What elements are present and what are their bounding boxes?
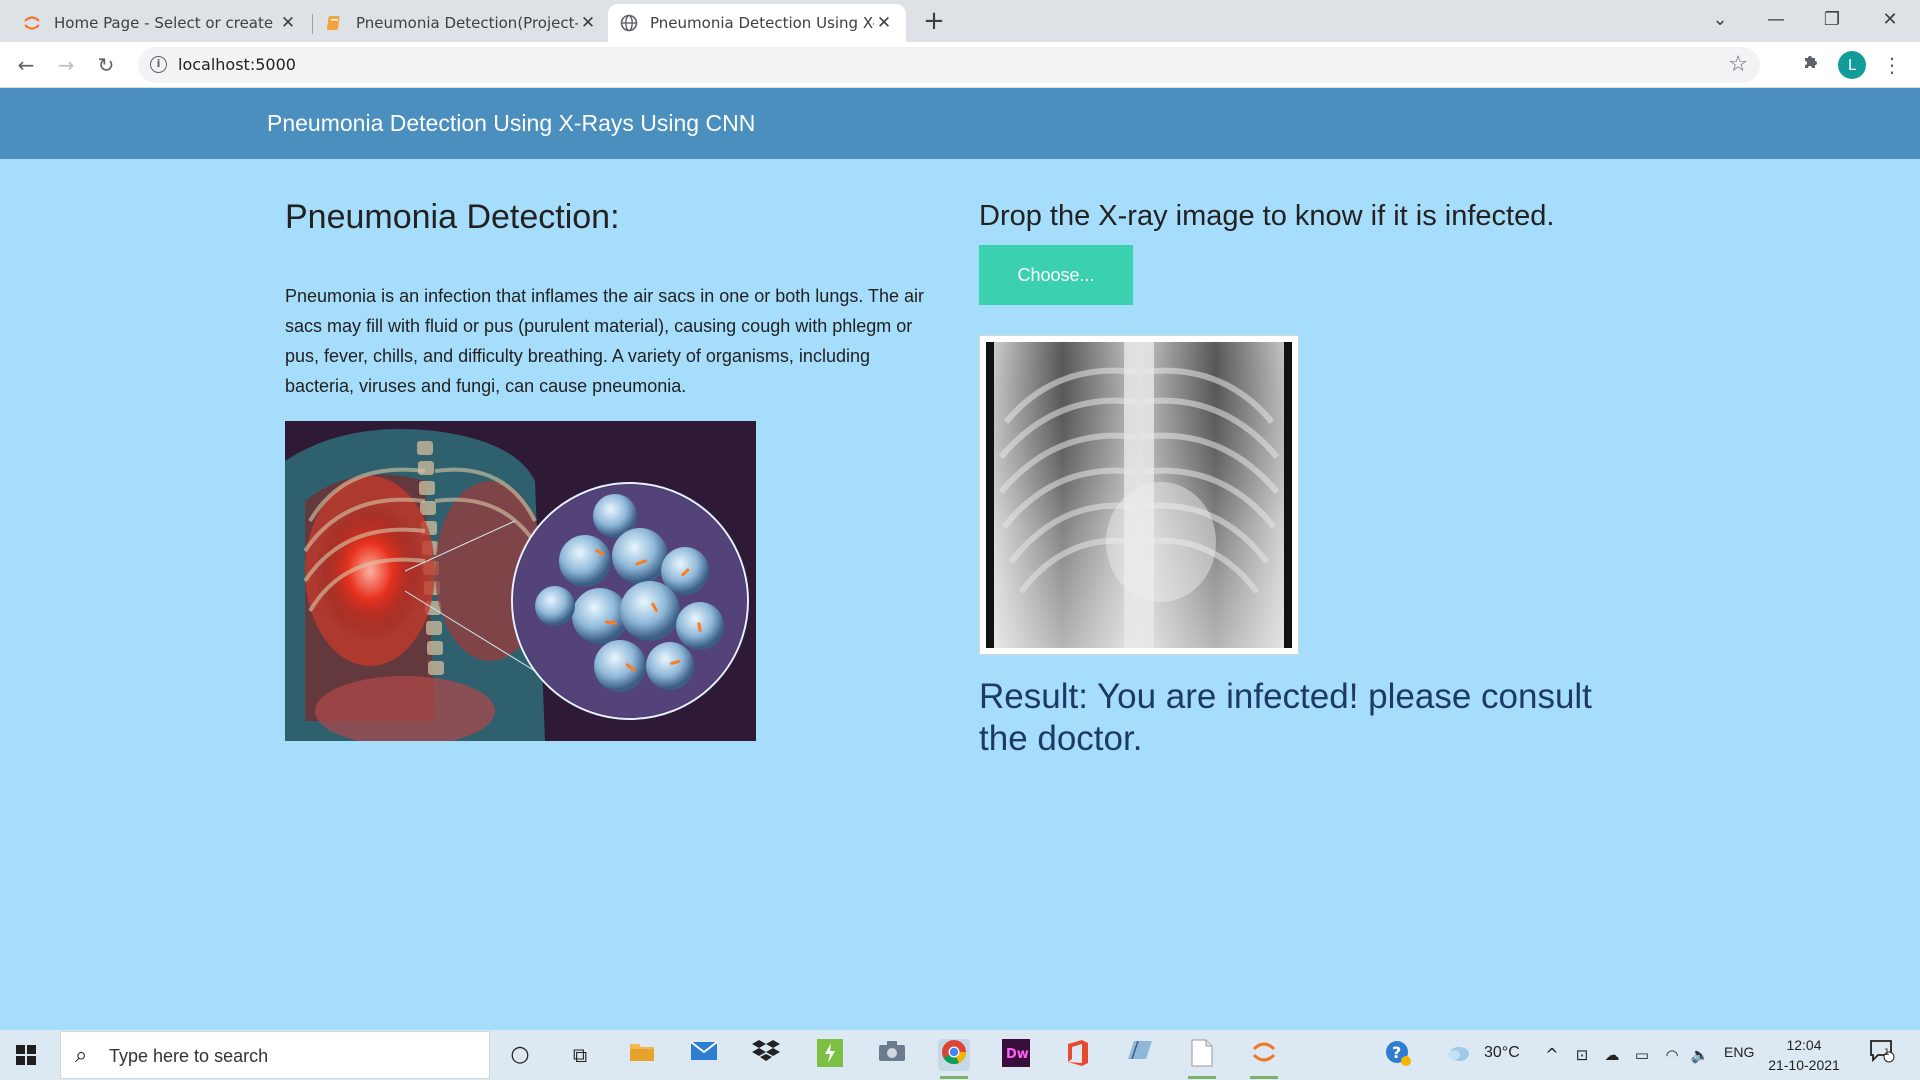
green-app-icon[interactable] xyxy=(814,1039,846,1071)
extensions-puzzle-icon[interactable] xyxy=(1797,51,1825,79)
site-info-icon[interactable]: i xyxy=(150,56,167,73)
tab-title: Pneumonia Detection Using X-Ra xyxy=(650,14,874,32)
new-tab-button[interactable]: + xyxy=(918,6,950,38)
close-tab-icon[interactable]: ✕ xyxy=(578,13,598,33)
globe-icon xyxy=(620,14,638,32)
meet-now-icon[interactable]: ⊡ xyxy=(1566,1039,1598,1071)
task-view-icon[interactable]: ⧉ xyxy=(564,1039,596,1071)
profile-avatar[interactable]: L xyxy=(1838,51,1866,79)
url-text[interactable]: localhost:5000 xyxy=(178,55,296,74)
bookmark-star-icon[interactable]: ☆ xyxy=(1728,52,1748,77)
jupyter-taskbar-icon[interactable] xyxy=(1248,1039,1280,1079)
notepad-app-icon[interactable] xyxy=(1124,1039,1156,1071)
mail-icon[interactable] xyxy=(688,1039,720,1071)
tab-search-chevron-icon[interactable]: ⌄ xyxy=(1692,0,1748,42)
cortana-circle-icon[interactable]: ○ xyxy=(504,1039,536,1071)
notification-center-icon[interactable]: 1 xyxy=(1866,1039,1898,1071)
taskbar-search-box[interactable]: ⌕ Type here to search xyxy=(60,1031,490,1079)
search-icon: ⌕ xyxy=(75,1043,88,1068)
onedrive-icon[interactable]: ☁ xyxy=(1596,1039,1628,1071)
chrome-menu-icon[interactable]: ⋮ xyxy=(1878,51,1906,79)
tab-pneumonia-app[interactable]: Pneumonia Detection Using X-Ra ✕ xyxy=(608,4,906,42)
xray-preview-frame xyxy=(979,335,1299,655)
browser-tab-strip: Home Page - Select or create a n ✕ Pneum… xyxy=(0,0,1920,42)
windows-taskbar: ⌕ Type here to search ○ ⧉ Dw ? 30°C ^ ⊡ xyxy=(0,1030,1920,1080)
file-icon[interactable] xyxy=(1186,1039,1218,1079)
page-heading: Pneumonia Detection: xyxy=(285,198,620,236)
reload-button[interactable]: ↻ xyxy=(92,51,120,79)
file-explorer-icon[interactable] xyxy=(626,1039,658,1071)
tab-home-page[interactable]: Home Page - Select or create a n ✕ xyxy=(10,4,310,42)
temperature-text[interactable]: 30°C xyxy=(1484,1044,1520,1062)
tab-separator xyxy=(312,14,313,34)
navbar-brand[interactable]: Pneumonia Detection Using X-Rays Using C… xyxy=(267,110,755,137)
close-tab-icon[interactable]: ✕ xyxy=(278,13,298,33)
choose-file-button[interactable]: Choose... xyxy=(979,245,1133,305)
tab-notebook[interactable]: Pneumonia Detection(Project-Jup ✕ xyxy=(314,4,610,42)
xray-preview-image xyxy=(986,342,1292,648)
prediction-result: Result: You are infected! please consult… xyxy=(979,677,1592,758)
notebook-icon xyxy=(326,16,340,30)
back-button[interactable]: ← xyxy=(12,51,40,79)
office-icon[interactable] xyxy=(1062,1039,1094,1071)
browser-toolbar: ← → ↻ i localhost:5000 ☆ ⋮ xyxy=(0,42,1920,88)
minimize-button[interactable]: — xyxy=(1748,0,1804,42)
clock-date: 21-10-2021 xyxy=(1768,1057,1840,1073)
search-placeholder: Type here to search xyxy=(109,1046,269,1066)
chrome-icon[interactable] xyxy=(938,1039,970,1079)
tab-title: Pneumonia Detection(Project-Jup xyxy=(356,14,578,32)
close-tab-icon[interactable]: ✕ xyxy=(874,13,894,33)
upload-prompt: Drop the X-ray image to know if it is in… xyxy=(979,200,1555,232)
close-window-button[interactable]: ✕ xyxy=(1862,0,1918,42)
tab-title: Home Page - Select or create a n xyxy=(54,14,278,32)
svg-text:Dw: Dw xyxy=(1006,1047,1029,1062)
windows-start-icon[interactable] xyxy=(16,1045,36,1065)
weather-icon[interactable] xyxy=(1442,1039,1474,1071)
volume-icon[interactable]: 🔈 xyxy=(1684,1039,1716,1071)
system-clock[interactable]: 12:04 21-10-2021 xyxy=(1768,1035,1840,1075)
info-section: Pneumonia Detection: Pneumonia is an inf… xyxy=(285,198,935,401)
address-bar[interactable]: i localhost:5000 ☆ xyxy=(138,47,1760,83)
lung-illustration-image xyxy=(285,421,756,741)
battery-icon[interactable]: ▭ xyxy=(1626,1039,1658,1071)
notification-count: 1 xyxy=(1884,1048,1890,1058)
camera-icon[interactable] xyxy=(876,1039,908,1071)
svg-text:?: ? xyxy=(1392,1043,1401,1062)
pneumonia-description: Pneumonia is an infection that inflames … xyxy=(285,286,925,396)
tray-chevron-up-icon[interactable]: ^ xyxy=(1536,1039,1568,1071)
site-navbar: Pneumonia Detection Using X-Rays Using C… xyxy=(0,88,1920,159)
clock-time: 12:04 xyxy=(1786,1037,1822,1053)
language-indicator[interactable]: ENG xyxy=(1724,1044,1754,1060)
upload-section: Drop the X-ray image to know if it is in… xyxy=(979,200,1679,233)
jupyter-icon xyxy=(24,16,40,30)
forward-button[interactable]: → xyxy=(52,51,80,79)
help-icon[interactable]: ? xyxy=(1382,1039,1414,1071)
dropbox-icon[interactable] xyxy=(750,1039,782,1071)
restore-button[interactable]: ❐ xyxy=(1804,0,1860,42)
dreamweaver-icon[interactable]: Dw xyxy=(1000,1039,1032,1071)
